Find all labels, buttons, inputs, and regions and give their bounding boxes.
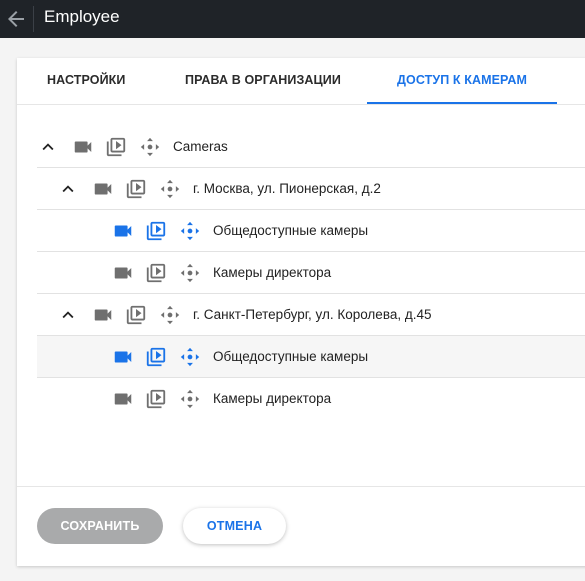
cancel-button[interactable]: ОТМЕНА [183, 508, 286, 544]
playback-icon[interactable] [145, 346, 167, 368]
save-button[interactable]: СОХРАНИТЬ [37, 508, 163, 544]
videocam-icon[interactable] [112, 220, 134, 242]
videocam-icon[interactable] [112, 262, 134, 284]
playback-icon[interactable] [145, 262, 167, 284]
ptz-move-icon[interactable] [179, 220, 201, 242]
tree-label-item: Камеры директора [213, 391, 332, 406]
playback-icon[interactable] [145, 388, 167, 410]
footer-divider [17, 486, 585, 487]
tree-row-moscow-director[interactable]: Камеры директора [37, 252, 585, 294]
tree-label-item: Общедоступные камеры [213, 223, 369, 238]
playback-icon[interactable] [145, 220, 167, 242]
chevron-up-icon[interactable] [57, 304, 79, 326]
tab-camera-access[interactable]: ДОСТУП К КАМЕРАМ [397, 58, 527, 104]
chevron-up-icon[interactable] [37, 136, 59, 158]
playback-icon[interactable] [125, 304, 147, 326]
ptz-move-icon[interactable] [159, 178, 181, 200]
ptz-move-icon[interactable] [179, 388, 201, 410]
employee-card: НАСТРОЙКИ ПРАВА В ОРГАНИЗАЦИИ ДОСТУП К К… [17, 58, 585, 566]
ptz-move-icon[interactable] [159, 304, 181, 326]
tree-label-root: Cameras [173, 139, 228, 154]
videocam-icon[interactable] [112, 388, 134, 410]
videocam-icon[interactable] [92, 304, 114, 326]
videocam-icon[interactable] [92, 178, 114, 200]
tree-label-group: г. Санкт-Петербург, ул. Королева, д.45 [193, 307, 432, 322]
app-bar: Employee [0, 0, 585, 38]
tree-label-item: Камеры директора [213, 265, 332, 280]
tab-settings[interactable]: НАСТРОЙКИ [47, 58, 126, 104]
tree-label-item: Общедоступные камеры [213, 349, 369, 364]
tree-row-root[interactable]: Cameras [37, 126, 585, 168]
tree-row-spb-public[interactable]: Общедоступные камеры [37, 336, 585, 378]
tree-row-spb-director[interactable]: Камеры директора [37, 378, 585, 420]
tab-organization-rights[interactable]: ПРАВА В ОРГАНИЗАЦИИ [185, 58, 341, 104]
ptz-move-icon[interactable] [179, 262, 201, 284]
chevron-up-icon[interactable] [57, 178, 79, 200]
tree-row-group-moscow[interactable]: г. Москва, ул. Пионерская, д.2 [37, 168, 585, 210]
back-arrow-icon[interactable] [4, 7, 28, 31]
ptz-move-icon[interactable] [179, 346, 201, 368]
tree-row-moscow-public[interactable]: Общедоступные камеры [37, 210, 585, 252]
tabs-divider [17, 104, 585, 105]
videocam-icon[interactable] [112, 346, 134, 368]
videocam-icon[interactable] [72, 136, 94, 158]
playback-icon[interactable] [125, 178, 147, 200]
playback-icon[interactable] [105, 136, 127, 158]
tree-row-group-spb[interactable]: г. Санкт-Петербург, ул. Королева, д.45 [37, 294, 585, 336]
toolbar-divider [33, 6, 34, 32]
tree-label-group: г. Москва, ул. Пионерская, д.2 [193, 181, 381, 196]
page-title: Employee [44, 7, 120, 26]
ptz-move-icon[interactable] [139, 136, 161, 158]
